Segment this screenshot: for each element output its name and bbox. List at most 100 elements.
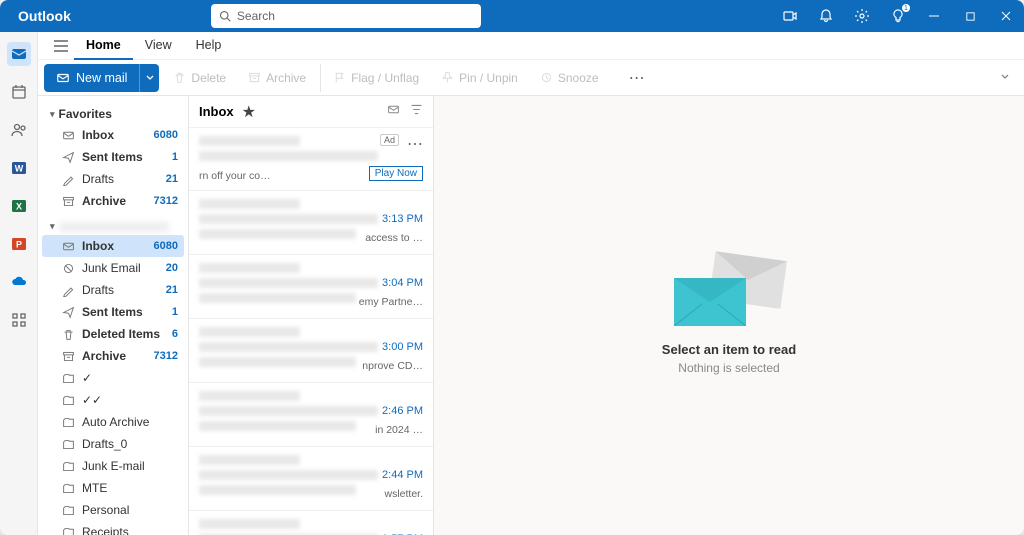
minimize-button[interactable]: [916, 0, 952, 32]
folder-label: Inbox: [82, 128, 154, 142]
folder-receipts[interactable]: Receipts: [42, 521, 184, 535]
hamburger-button[interactable]: [48, 40, 74, 52]
folder--[interactable]: ✓: [42, 367, 184, 389]
menu-view[interactable]: View: [133, 32, 184, 60]
empty-illustration: [674, 256, 784, 326]
folder-label: Drafts: [82, 283, 166, 297]
inbox-icon: [60, 129, 76, 142]
maximize-button[interactable]: [952, 0, 988, 32]
folder-sent-items[interactable]: Sent Items1: [42, 146, 184, 168]
folder-drafts[interactable]: Drafts21: [42, 279, 184, 301]
rail-more-apps-icon[interactable]: [7, 308, 31, 332]
rail-calendar-icon[interactable]: [7, 80, 31, 104]
ad-menu-icon[interactable]: ⋯: [407, 134, 423, 154]
folder-personal[interactable]: Personal: [42, 499, 184, 521]
rail-powerpoint-icon[interactable]: P: [7, 232, 31, 256]
folder-label: Auto Archive: [82, 415, 178, 429]
folder-sent-items[interactable]: Sent Items1: [42, 301, 184, 323]
drafts-icon: [60, 173, 76, 186]
app-window: Outlook Search 1 W X P: [0, 0, 1024, 535]
meet-now-icon[interactable]: [772, 0, 808, 32]
message-time: 3:04 PM: [382, 277, 423, 289]
folder-drafts-0[interactable]: Drafts_0: [42, 433, 184, 455]
ad-item[interactable]: Ad ⋯ rn off your co… Play Now: [189, 128, 433, 191]
delete-button[interactable]: Delete: [165, 64, 234, 92]
title-right: 1: [772, 0, 1024, 32]
account-section[interactable]: ▾: [42, 218, 184, 235]
folder-archive[interactable]: Archive7312: [42, 190, 184, 212]
rail-people-icon[interactable]: [7, 118, 31, 142]
message-item[interactable]: 3:04 PMemy Partne…: [189, 255, 433, 319]
inbox-icon: [60, 240, 76, 253]
filter-icon[interactable]: [410, 103, 423, 121]
rail-word-icon[interactable]: W: [7, 156, 31, 180]
close-button[interactable]: [988, 0, 1024, 32]
pin-button[interactable]: Pin / Unpin: [433, 64, 526, 92]
new-mail-dropdown[interactable]: [139, 64, 159, 92]
message-item[interactable]: 2:46 PM in 2024 …: [189, 383, 433, 447]
new-mail-button[interactable]: New mail: [44, 64, 139, 92]
rail-mail-icon[interactable]: [7, 42, 31, 66]
archive-button[interactable]: Archive: [240, 64, 314, 92]
folder-count: 1: [172, 151, 178, 163]
notifications-icon[interactable]: [808, 0, 844, 32]
folder-inbox[interactable]: Inbox6080: [42, 235, 184, 257]
search-placeholder: Search: [237, 9, 275, 23]
rail-onedrive-icon[interactable]: [7, 270, 31, 294]
folder-inbox[interactable]: Inbox6080: [42, 124, 184, 146]
content-column: Home View Help New mail Delete Archive F…: [38, 32, 1024, 535]
drafts-icon: [60, 284, 76, 297]
folder-count: 1: [172, 306, 178, 318]
folder-archive[interactable]: Archive7312: [42, 345, 184, 367]
mail-icon: [56, 71, 70, 85]
trash-icon: [60, 328, 76, 341]
folder--[interactable]: ✓✓: [42, 389, 184, 411]
sent-icon: [60, 306, 76, 319]
inbox-header-label: Inbox: [199, 104, 234, 119]
reading-empty-sub: Nothing is selected: [678, 361, 779, 375]
folder-icon: [60, 394, 76, 407]
ad-badge: Ad: [380, 134, 399, 146]
folder-count: 21: [166, 284, 178, 296]
new-mail-split: New mail: [44, 64, 159, 92]
flag-button[interactable]: Flag / Unflag: [320, 64, 427, 92]
folder-junk-email[interactable]: Junk Email20: [42, 257, 184, 279]
folder-deleted-items[interactable]: Deleted Items6: [42, 323, 184, 345]
menu-bar: Home View Help: [38, 32, 1024, 60]
folder-icon: [60, 416, 76, 429]
folder-mte[interactable]: MTE: [42, 477, 184, 499]
folder-icon: [60, 438, 76, 451]
folder-label: Junk Email: [82, 261, 166, 275]
folder-auto-archive[interactable]: Auto Archive: [42, 411, 184, 433]
toolbar-chevron-down-icon[interactable]: [1000, 69, 1010, 87]
select-all-icon[interactable]: [387, 103, 400, 121]
app-rail: W X P: [0, 32, 38, 535]
message-item[interactable]: 1:57 PMvery weekd…: [189, 511, 433, 535]
message-scroll[interactable]: Ad ⋯ rn off your co… Play Now 3:13 PMacc…: [189, 128, 433, 535]
search-input[interactable]: Search: [211, 4, 481, 28]
message-time: 2:46 PM: [382, 405, 423, 417]
toolbar-more-button[interactable]: ⋯: [621, 68, 653, 88]
reading-pane: Select an item to read Nothing is select…: [434, 96, 1024, 535]
menu-help[interactable]: Help: [184, 32, 234, 60]
folder-drafts[interactable]: Drafts21: [42, 168, 184, 190]
settings-icon[interactable]: [844, 0, 880, 32]
rail-excel-icon[interactable]: X: [7, 194, 31, 218]
message-item[interactable]: 3:00 PMnprove CD…: [189, 319, 433, 383]
title-bar: Outlook Search 1: [0, 0, 1024, 32]
folder-pane[interactable]: ▾Favorites Inbox6080Sent Items1Drafts21A…: [38, 96, 188, 535]
snooze-button[interactable]: Snooze: [532, 64, 607, 92]
menu-home[interactable]: Home: [74, 32, 133, 60]
reading-empty-title: Select an item to read: [662, 342, 796, 357]
message-item[interactable]: 2:44 PMwsletter.: [189, 447, 433, 511]
archive-icon: [60, 350, 76, 363]
folder-count: 6080: [154, 240, 178, 252]
message-snippet: in 2024 …: [375, 424, 423, 436]
ad-play-button[interactable]: Play Now: [369, 166, 423, 181]
tips-icon[interactable]: 1: [880, 0, 916, 32]
favorite-star-icon[interactable]: ★: [242, 102, 256, 122]
folder-junk-e-mail[interactable]: Junk E-mail: [42, 455, 184, 477]
junk-icon: [60, 262, 76, 275]
message-item[interactable]: 3:13 PMaccess to …: [189, 191, 433, 255]
favorites-section[interactable]: ▾Favorites: [42, 104, 184, 124]
